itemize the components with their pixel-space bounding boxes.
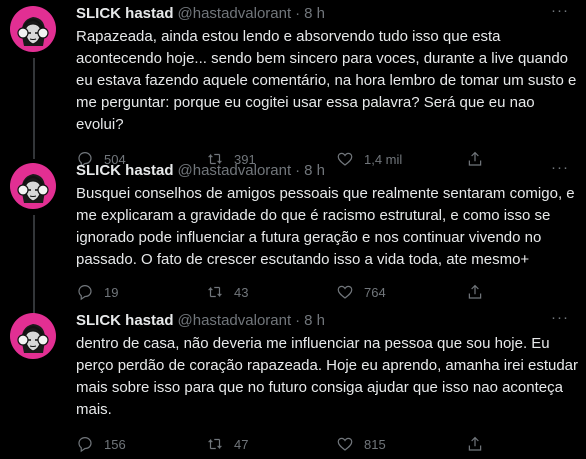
reply-count: 156 bbox=[104, 436, 126, 452]
more-options-icon[interactable]: ··· bbox=[550, 160, 570, 175]
reply-button[interactable]: 19 bbox=[76, 283, 206, 301]
user-handle[interactable]: @hastadvalorant bbox=[178, 311, 292, 331]
tweet-thread: SLICK hastad @hastadvalorant · 8 h ··· R… bbox=[0, 0, 586, 459]
retweet-count: 43 bbox=[234, 284, 249, 300]
like-button[interactable]: 815 bbox=[336, 435, 466, 453]
like-count: 815 bbox=[364, 436, 386, 452]
avatar-illustration-icon bbox=[17, 174, 49, 203]
like-icon bbox=[337, 437, 353, 451]
avatar[interactable] bbox=[10, 313, 56, 359]
more-options-icon[interactable]: ··· bbox=[550, 310, 570, 325]
user-handle[interactable]: @hastadvalorant bbox=[178, 4, 292, 24]
tweet-text: dentro de casa, não deveria me influenci… bbox=[76, 335, 579, 418]
like-icon bbox=[337, 285, 353, 299]
avatar-column bbox=[10, 311, 76, 459]
retweet-icon bbox=[208, 286, 222, 298]
tweet-1[interactable]: SLICK hastad @hastadvalorant · 8 h ··· R… bbox=[0, 0, 586, 168]
avatar-illustration-icon bbox=[17, 324, 49, 353]
avatar-column bbox=[10, 4, 76, 159]
display-name[interactable]: SLICK hastad bbox=[76, 4, 174, 24]
thread-connector bbox=[33, 58, 35, 159]
tweet-actions: 156 47 815 bbox=[76, 435, 506, 453]
tweet-content: SLICK hastad @hastadvalorant · 8 h ··· d… bbox=[76, 310, 578, 459]
tweet-text: Rapazeada, ainda estou lendo e absorvend… bbox=[76, 28, 577, 133]
reply-icon bbox=[78, 437, 92, 453]
retweet-button[interactable]: 47 bbox=[206, 435, 336, 453]
retweet-icon bbox=[208, 438, 222, 450]
tweet-2[interactable]: SLICK hastad @hastadvalorant · 8 h ··· B… bbox=[0, 151, 586, 321]
separator-dot: · bbox=[295, 5, 301, 22]
separator-dot: · bbox=[295, 312, 301, 329]
share-icon bbox=[468, 284, 482, 299]
reply-button[interactable]: 156 bbox=[76, 435, 206, 453]
tweet-header: SLICK hastad @hastadvalorant · 8 h ··· bbox=[76, 310, 570, 331]
timestamp[interactable]: 8 h bbox=[304, 4, 325, 24]
timestamp[interactable]: 8 h bbox=[304, 161, 325, 181]
reply-count: 19 bbox=[104, 284, 119, 300]
tweet-text: Busquei conselhos de amigos pessoais que… bbox=[76, 185, 575, 268]
tweet-header: SLICK hastad @hastadvalorant · 8 h ··· bbox=[76, 160, 570, 181]
user-handle[interactable]: @hastadvalorant bbox=[178, 161, 292, 181]
share-button[interactable] bbox=[466, 435, 484, 453]
tweet-3[interactable]: SLICK hastad @hastadvalorant · 8 h ··· d… bbox=[0, 301, 586, 459]
tweet-content: SLICK hastad @hastadvalorant · 8 h ··· B… bbox=[76, 160, 575, 301]
tweet-content: SLICK hastad @hastadvalorant · 8 h ··· R… bbox=[76, 3, 576, 168]
tweet-header: SLICK hastad @hastadvalorant · 8 h ··· bbox=[76, 3, 570, 24]
avatar-column bbox=[10, 161, 76, 321]
tweet-actions: 19 43 764 bbox=[76, 283, 506, 301]
more-options-icon[interactable]: ··· bbox=[550, 3, 570, 18]
like-count: 764 bbox=[364, 284, 386, 300]
share-icon bbox=[468, 436, 482, 451]
timestamp[interactable]: 8 h bbox=[304, 311, 325, 331]
separator-dot: · bbox=[295, 162, 301, 179]
share-button[interactable] bbox=[466, 283, 484, 301]
avatar[interactable] bbox=[10, 163, 56, 209]
like-button[interactable]: 764 bbox=[336, 283, 466, 301]
retweet-count: 47 bbox=[234, 436, 249, 452]
reply-icon bbox=[78, 285, 92, 301]
avatar[interactable] bbox=[10, 6, 56, 52]
retweet-button[interactable]: 43 bbox=[206, 283, 336, 301]
avatar-illustration-icon bbox=[17, 17, 49, 46]
display-name[interactable]: SLICK hastad bbox=[76, 311, 174, 331]
display-name[interactable]: SLICK hastad bbox=[76, 161, 174, 181]
